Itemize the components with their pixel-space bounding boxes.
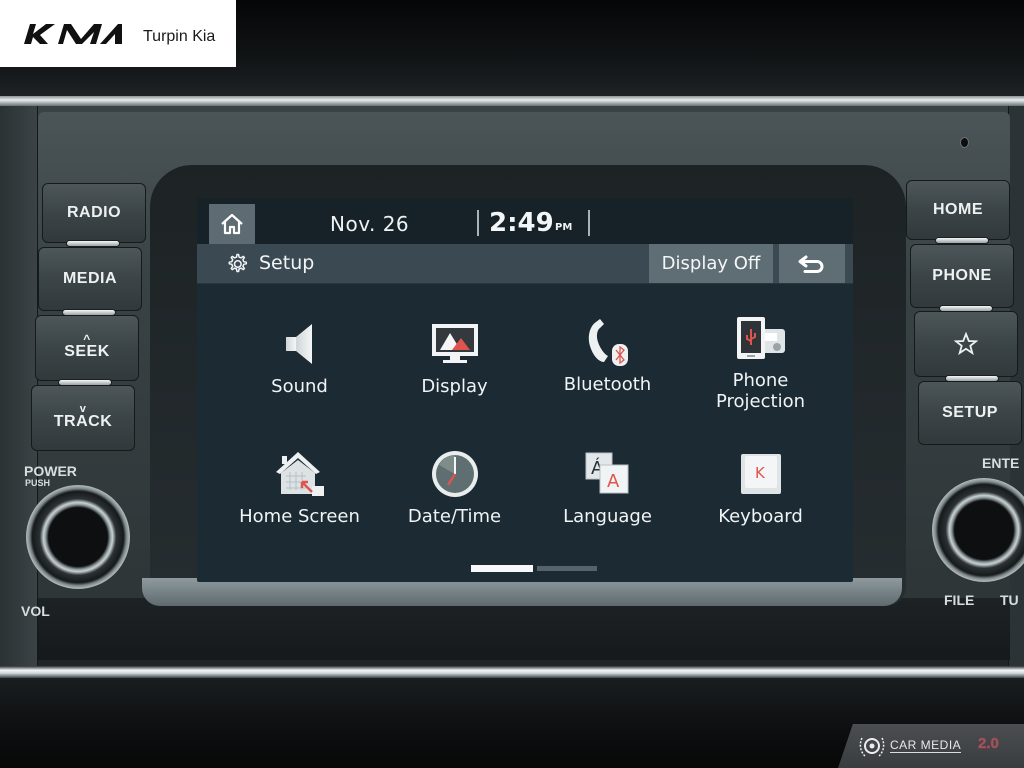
svg-text:A: A (607, 471, 620, 492)
display-off-label: Display Off (661, 253, 761, 274)
seek-button-label: SEEK (64, 343, 110, 360)
back-button[interactable] (779, 244, 845, 283)
menu-item-display[interactable]: Display (377, 318, 532, 438)
clock-icon (431, 451, 478, 497)
chrome-trim-top (0, 96, 1024, 106)
light-sensor (960, 137, 969, 148)
infotainment-screen: Nov. 26 2:49 PM Setup Display Off Sound … (197, 198, 853, 582)
bluetooth-phone-icon (588, 319, 628, 366)
language-icon: Á A (585, 452, 628, 494)
menu-item-label: Sound (271, 376, 328, 397)
page-indicator-active[interactable] (471, 565, 533, 572)
home-hard-button[interactable]: HOME (906, 180, 1010, 240)
track-button-label: TRACK (53, 413, 113, 430)
volume-knob[interactable] (26, 485, 130, 589)
menu-item-label: Keyboard (718, 506, 803, 527)
status-divider (588, 210, 590, 236)
display-off-button[interactable]: Display Off (649, 244, 773, 283)
radio-button-label: RADIO (66, 204, 122, 221)
home-screen-icon (275, 452, 324, 496)
kia-logo-icon (24, 24, 122, 44)
keyboard-icon: K (740, 454, 781, 494)
seek-button[interactable]: ^ SEEK (35, 315, 139, 381)
phone-hard-button[interactable]: PHONE (910, 244, 1014, 308)
media-button-label: MEDIA (62, 270, 118, 287)
page-indicator (471, 565, 597, 572)
radio-button[interactable]: RADIO (42, 183, 146, 243)
menu-item-date-time[interactable]: Date/Time (377, 448, 532, 568)
setup-hard-button[interactable]: SETUP (918, 381, 1022, 445)
menu-item-label-line2: Projection (715, 391, 805, 412)
back-arrow-icon (798, 255, 824, 273)
media-button[interactable]: MEDIA (38, 247, 142, 311)
head-unit-lower-panel (38, 598, 1010, 660)
watermark-text: CAR MEDIA (890, 738, 962, 753)
title-bar: Setup Display Off (197, 244, 853, 284)
phone-projection-icon (736, 317, 785, 359)
watermark: CAR MEDIA 2.0 (838, 724, 1024, 768)
setup-hard-button-label: SETUP (942, 404, 998, 421)
laurel-camera-icon (859, 737, 885, 758)
menu-item-bluetooth[interactable]: Bluetooth (530, 316, 685, 436)
menu-item-label: Phone Projection (716, 370, 805, 412)
button-separator (935, 237, 989, 244)
enter-label: ENTE (982, 455, 1020, 471)
menu-item-keyboard[interactable]: K Keyboard (683, 448, 838, 568)
menu-item-label: Bluetooth (563, 374, 652, 395)
dealer-name: Turpin Kia (143, 28, 216, 45)
track-button[interactable]: v TRACK (31, 385, 135, 451)
menu-item-sound[interactable]: Sound (222, 318, 377, 438)
menu-item-phone-projection[interactable]: Phone Projection (683, 312, 838, 432)
menu-item-label: Language (563, 506, 652, 527)
status-bar: Nov. 26 2:49 PM (197, 198, 853, 244)
setup-menu-grid: Sound Display Bluetooth Phone Projection… (217, 308, 837, 548)
date-display: Nov. 26 (330, 212, 410, 236)
button-separator (66, 240, 120, 247)
power-label: POWER (24, 463, 77, 479)
menu-item-label: Date/Time (407, 506, 502, 527)
menu-item-label: Home Screen (239, 506, 360, 527)
menu-item-label-line1: Phone (732, 370, 789, 391)
ampm-indicator: PM (555, 222, 573, 233)
page-indicator-inactive[interactable] (537, 566, 597, 571)
menu-item-label: Display (421, 376, 488, 397)
home-icon (221, 213, 243, 235)
star-icon (954, 332, 978, 356)
menu-item-home-screen[interactable]: Home Screen (222, 448, 377, 568)
screen-frame-lip (142, 578, 902, 606)
home-button[interactable] (209, 204, 255, 244)
home-hard-button-label: HOME (933, 201, 983, 218)
speaker-icon (285, 324, 312, 364)
menu-item-language[interactable]: Á A Language (530, 448, 685, 568)
file-label: FILE (944, 592, 975, 608)
gear-icon (228, 253, 248, 273)
svg-text:K: K (755, 464, 766, 482)
favorite-button[interactable] (914, 311, 1018, 377)
push-label: PUSH (25, 478, 51, 488)
track-down-icon: v (79, 403, 87, 415)
seek-up-icon: ^ (83, 332, 91, 346)
phone-hard-button-label: PHONE (932, 267, 992, 284)
vol-label: VOL (21, 603, 50, 619)
time-display: 2:49 (489, 208, 554, 238)
tune-label: TU (1000, 592, 1019, 608)
chrome-trim-bottom (0, 666, 1024, 678)
status-divider (477, 210, 479, 236)
watermark-version: 2.0 (978, 735, 999, 753)
dealer-badge: Turpin Kia (0, 0, 236, 67)
page-title: Setup (259, 252, 315, 274)
monitor-icon (431, 324, 478, 363)
